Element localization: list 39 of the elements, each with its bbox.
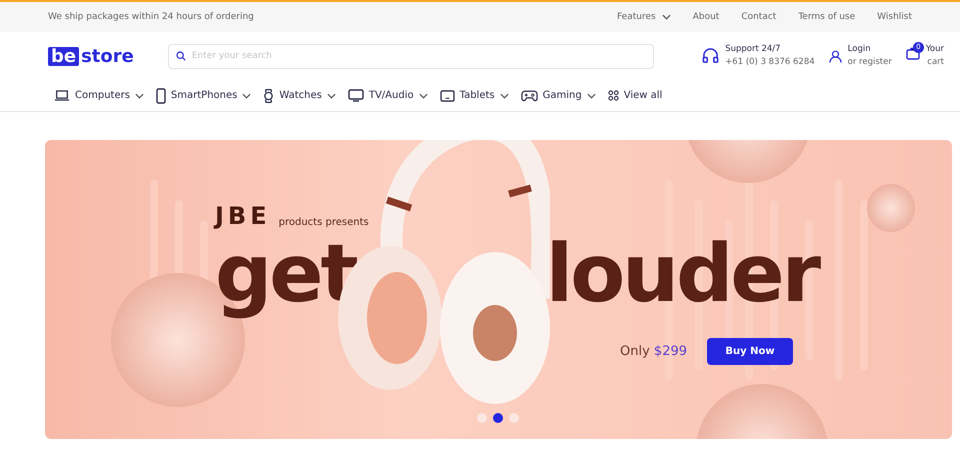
watch-icon [263,88,274,104]
headset-icon [702,48,720,64]
cart-title[interactable]: Your [926,43,944,56]
carousel-dot[interactable] [493,413,503,423]
tablet-icon [440,90,455,102]
support-title: Support 24/7 [725,43,782,56]
user-icon [828,50,842,62]
cart-subtitle[interactable]: cart [926,56,944,69]
search-field[interactable]: Enter your search [168,44,654,68]
grid-icon [608,90,619,101]
phone-icon [156,88,166,104]
carousel-dot[interactable] [509,413,519,423]
category-link[interactable]: TV/Audio [348,89,428,102]
top-link[interactable]: About [692,12,720,22]
login-link[interactable]: Login [848,43,892,56]
tagline: products presents [278,217,369,228]
gamepad-icon [520,90,538,102]
brand-logo: JBE [215,204,271,228]
top-link[interactable]: Wishlist [877,12,912,22]
category-link[interactable]: SmartPhones [156,88,252,104]
search-icon [176,50,186,60]
carousel-dot[interactable] [477,413,487,423]
top-link[interactable]: Terms of use [798,12,856,22]
category-link[interactable]: Watches [263,88,336,104]
tv-icon [348,89,364,102]
price-text: Only $299 [620,344,688,359]
shipping-notice: We ship packages within 24 hours of ordering [48,12,254,22]
headline-word: louder [546,226,818,322]
top-link[interactable]: Features [617,12,671,22]
category-link[interactable]: Gaming [520,90,596,102]
category-link[interactable]: Computers [54,89,144,102]
register-link[interactable]: or register [848,56,892,69]
support-phone: +61 (0) 3 8376 6284 [725,56,815,69]
category-link[interactable]: View all [608,90,662,101]
buy-now-button[interactable]: Buy Now [707,338,794,365]
laptop-icon [54,89,70,102]
store-logo[interactable]: be store [48,46,134,66]
category-link[interactable]: Tablets [440,90,509,102]
top-link[interactable]: Contact [741,12,776,22]
